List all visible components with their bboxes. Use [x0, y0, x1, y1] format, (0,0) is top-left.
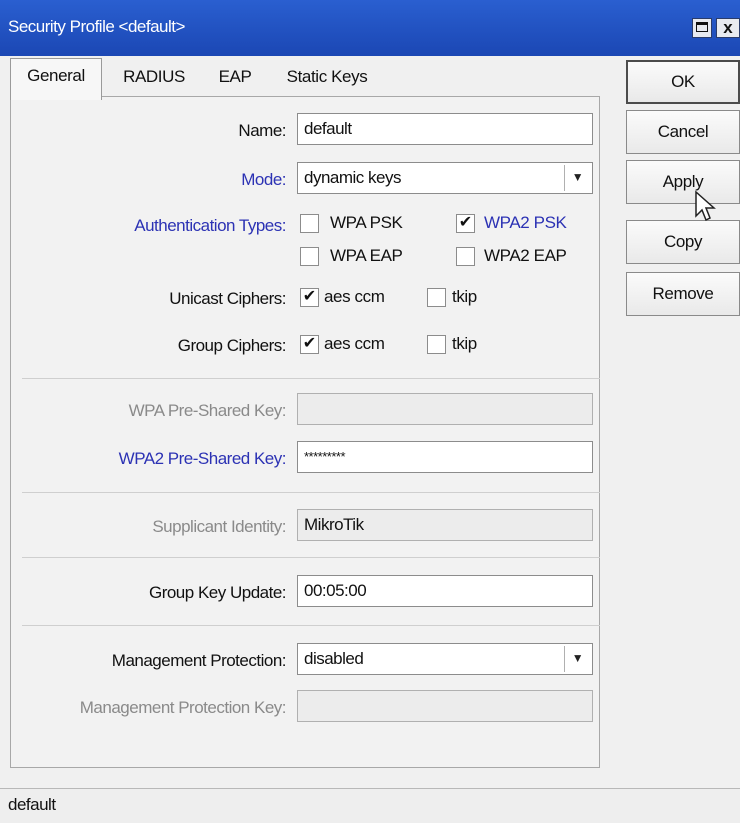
- unicast-aes-ccm-label: aes ccm: [324, 287, 385, 306]
- mgmt-protection-dropdown[interactable]: disabled ▼: [297, 643, 593, 675]
- divider: [22, 378, 600, 379]
- group-ciphers-label: Group Ciphers:: [177, 336, 287, 355]
- tab-static-keys[interactable]: Static Keys: [266, 60, 388, 96]
- wpa2-psk-checkbox[interactable]: ✔: [456, 214, 475, 233]
- wpa-psk-key-field: [297, 393, 593, 425]
- status-bar: default: [0, 788, 740, 823]
- unicast-aes-ccm-checkbox[interactable]: ✔: [300, 288, 319, 307]
- wpa-psk-checkbox[interactable]: [300, 214, 319, 233]
- mode-label: Mode:: [241, 170, 286, 189]
- wpa2-eap-label: WPA2 EAP: [484, 246, 567, 265]
- wpa-eap-checkbox[interactable]: [300, 247, 319, 266]
- divider: [22, 625, 600, 626]
- group-tkip-label: tkip: [452, 334, 477, 353]
- dropdown-arrow-icon[interactable]: ▼: [564, 165, 590, 191]
- mgmt-protection-key-label: Management Protection Key:: [79, 698, 287, 717]
- mgmt-protection-key-field: [297, 690, 593, 722]
- group-aes-ccm-label: aes ccm: [324, 334, 385, 353]
- close-icon[interactable]: x: [716, 18, 740, 38]
- mouse-cursor-icon: [695, 190, 716, 222]
- mode-value: dynamic keys: [304, 168, 401, 187]
- group-aes-ccm-checkbox[interactable]: ✔: [300, 335, 319, 354]
- mgmt-protection-label: Management Protection:: [111, 651, 287, 670]
- window-title: Security Profile <default>: [8, 17, 185, 36]
- maximize-icon[interactable]: [692, 18, 712, 38]
- status-text: default: [8, 795, 56, 814]
- wpa2-psk-key-label: WPA2 Pre-Shared Key:: [118, 449, 287, 468]
- unicast-tkip-label: tkip: [452, 287, 477, 306]
- wpa2-psk-label: WPA2 PSK: [484, 213, 567, 232]
- tab-general[interactable]: General: [10, 58, 102, 100]
- mode-dropdown[interactable]: dynamic keys ▼: [297, 162, 593, 194]
- dropdown-arrow-icon[interactable]: ▼: [564, 646, 590, 672]
- cancel-button[interactable]: Cancel: [626, 110, 740, 154]
- copy-button[interactable]: Copy: [626, 220, 740, 264]
- tab-radius[interactable]: RADIUS: [104, 60, 204, 96]
- ok-button[interactable]: OK: [626, 60, 740, 104]
- group-tkip-checkbox[interactable]: [427, 335, 446, 354]
- remove-button[interactable]: Remove: [626, 272, 740, 316]
- unicast-ciphers-label: Unicast Ciphers:: [169, 289, 286, 308]
- group-key-update-label: Group Key Update:: [148, 583, 287, 602]
- name-field[interactable]: default: [297, 113, 593, 145]
- group-key-update-field[interactable]: 00:05:00: [297, 575, 593, 607]
- auth-types-label: Authentication Types:: [134, 216, 286, 235]
- mgmt-protection-value: disabled: [304, 649, 364, 668]
- wpa2-psk-key-field[interactable]: *********: [297, 441, 593, 473]
- divider: [22, 492, 600, 493]
- tab-eap[interactable]: EAP: [206, 60, 264, 96]
- title-bar: Security Profile <default> x: [0, 0, 740, 56]
- wpa-psk-key-label: WPA Pre-Shared Key:: [128, 401, 287, 420]
- divider: [22, 557, 600, 558]
- wpa-eap-label: WPA EAP: [330, 246, 403, 265]
- unicast-tkip-checkbox[interactable]: [427, 288, 446, 307]
- supplicant-identity-field: MikroTik: [297, 509, 593, 541]
- name-label: Name:: [238, 121, 286, 140]
- supplicant-identity-label: Supplicant Identity:: [152, 517, 286, 536]
- apply-button[interactable]: Apply: [626, 160, 740, 204]
- wpa-psk-label: WPA PSK: [330, 213, 403, 232]
- wpa2-eap-checkbox[interactable]: [456, 247, 475, 266]
